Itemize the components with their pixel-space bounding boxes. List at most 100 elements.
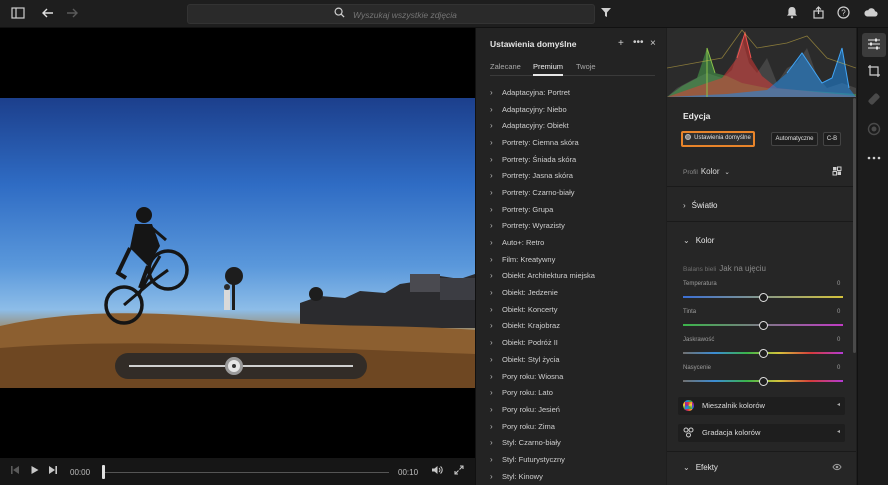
preset-group[interactable]: › Obiekt: Architektura miejska — [490, 268, 660, 285]
frame-scrubber-knob[interactable] — [225, 357, 244, 375]
chevron-right-icon: › — [490, 154, 493, 164]
color-mixer-button[interactable]: Mieszalnik kolorów ◂ — [678, 397, 845, 415]
tab-yours[interactable]: Twoje — [576, 62, 596, 71]
profile-selector[interactable]: Profil Kolor ⌄ — [683, 167, 730, 176]
preset-group[interactable]: › Styl: Czarno-biały — [490, 434, 660, 451]
preset-group[interactable]: › Pory roku: Zima — [490, 418, 660, 435]
arrow-left-icon: ◂ — [836, 429, 840, 435]
section-color[interactable]: ⌄ Kolor — [683, 236, 714, 245]
chevron-right-icon: › — [490, 171, 493, 181]
chevron-down-icon: ⌄ — [683, 463, 690, 472]
preset-group[interactable]: › Film: Kreatywny — [490, 251, 660, 268]
close-icon[interactable]: × — [650, 38, 656, 49]
preset-group[interactable]: › Obiekt: Krajobraz — [490, 318, 660, 335]
profile-browser-icon[interactable] — [832, 166, 842, 178]
slider-value[interactable]: 0 — [837, 309, 840, 315]
preset-group[interactable]: › Portrety: Wyrazisty — [490, 218, 660, 235]
chevron-right-icon: › — [490, 338, 493, 348]
preset-group[interactable]: › Adaptacyjny: Niebo — [490, 101, 660, 118]
chevron-right-icon: › — [490, 438, 493, 448]
preset-group[interactable]: › Adaptacyjna: Portret — [490, 84, 660, 101]
volume-icon[interactable] — [431, 465, 443, 478]
search-input[interactable] — [353, 8, 583, 21]
tint-slider-knob[interactable] — [758, 320, 768, 330]
preset-group[interactable]: › Portrety: Ciemna skóra — [490, 134, 660, 151]
preset-group[interactable]: › Pory roku: Jesień — [490, 401, 660, 418]
tool-strip — [857, 28, 888, 485]
preset-group[interactable]: › Obiekt: Podróż II — [490, 334, 660, 351]
temperature-slider-knob[interactable] — [758, 292, 768, 302]
chevron-right-icon: › — [490, 137, 493, 147]
timeline-track[interactable] — [103, 472, 389, 473]
preset-group[interactable]: › Portrety: Śniada skóra — [490, 151, 660, 168]
divider — [667, 186, 856, 187]
white-balance[interactable]: Balans bieli Jak na ujęciu — [683, 264, 766, 273]
eye-icon[interactable] — [832, 463, 842, 473]
more-tools-icon[interactable] — [866, 148, 882, 164]
saturation-slider-knob[interactable] — [758, 376, 768, 386]
chevron-right-icon: › — [490, 238, 493, 248]
edit-sliders-icon[interactable] — [866, 37, 882, 53]
presets-button[interactable]: Ustawienia domyślne — [681, 131, 755, 147]
playback-bar: 00:00 00:10 — [0, 458, 475, 485]
preset-group[interactable]: › Portrety: Grupa — [490, 201, 660, 218]
preset-group[interactable]: › Obiekt: Styl życia — [490, 351, 660, 368]
forward-arrow-icon[interactable] — [64, 6, 80, 22]
step-forward-icon[interactable] — [48, 465, 58, 478]
masking-icon[interactable] — [866, 122, 882, 138]
color-wheel-icon — [683, 400, 694, 411]
preset-group[interactable]: › Portrety: Czarno-biały — [490, 184, 660, 201]
chevron-right-icon: › — [490, 288, 493, 298]
slider-value[interactable]: 0 — [837, 337, 840, 343]
preset-group[interactable]: › Pory roku: Lato — [490, 384, 660, 401]
chevron-right-icon: › — [490, 221, 493, 231]
sidebar-toggle-icon[interactable] — [10, 6, 26, 22]
total-time: 00:10 — [398, 468, 419, 477]
preset-group[interactable]: › Adaptacyjny: Obiekt — [490, 117, 660, 134]
healing-icon[interactable] — [866, 92, 882, 108]
back-arrow-icon[interactable] — [40, 6, 56, 22]
slider-value[interactable]: 0 — [837, 365, 840, 371]
chevron-right-icon: › — [490, 254, 493, 264]
preset-group[interactable]: › Styl: Kinowy — [490, 468, 660, 485]
chevron-right-icon: › — [490, 271, 493, 281]
color-grading-button[interactable]: Gradacja kolorów ◂ — [678, 424, 845, 442]
fullscreen-icon[interactable] — [454, 465, 464, 478]
add-preset-icon[interactable]: + — [618, 38, 624, 49]
top-bar: ? — [0, 0, 888, 28]
preset-group[interactable]: › Obiekt: Koncerty — [490, 301, 660, 318]
help-icon[interactable]: ? — [835, 6, 851, 22]
section-effects[interactable]: ⌄ Efekty — [683, 463, 718, 472]
chevron-right-icon: › — [490, 204, 493, 214]
chevron-right-icon: › — [490, 371, 493, 381]
color-grading-icon — [683, 427, 694, 438]
tab-recommended[interactable]: Zalecane — [490, 62, 521, 71]
preset-group[interactable]: › Styl: Futurystyczny — [490, 451, 660, 468]
section-light[interactable]: › Światło — [683, 201, 717, 210]
black-white-button[interactable]: C-B — [823, 132, 841, 146]
more-options-icon[interactable]: ••• — [633, 37, 644, 48]
share-icon[interactable] — [810, 6, 826, 22]
step-back-icon[interactable] — [10, 465, 20, 478]
frame-scrubber[interactable] — [115, 353, 367, 379]
edit-panel-scrollbar[interactable] — [853, 98, 856, 353]
preset-group[interactable]: › Obiekt: Jedzenie — [490, 284, 660, 301]
filter-icon[interactable] — [598, 6, 614, 22]
divider — [667, 221, 856, 222]
slider-value[interactable]: 0 — [837, 281, 840, 287]
vibrance-slider-knob[interactable] — [758, 348, 768, 358]
crop-icon[interactable] — [866, 64, 882, 80]
preset-group[interactable]: › Portrety: Jasna skóra — [490, 167, 660, 184]
play-icon[interactable] — [30, 465, 40, 478]
auto-button[interactable]: Automatyczne — [771, 132, 818, 146]
timeline-playhead[interactable] — [102, 465, 105, 479]
edit-title: Edycja — [683, 111, 711, 121]
presets-panel: Ustawienia domyślne + ••• × Zalecane Pre… — [475, 28, 666, 485]
preset-group[interactable]: › Pory roku: Wiosna — [490, 368, 660, 385]
cloud-icon[interactable] — [862, 6, 878, 22]
search-bar[interactable] — [187, 4, 595, 24]
tab-premium[interactable]: Premium — [533, 62, 564, 76]
bell-icon[interactable] — [784, 6, 800, 22]
chevron-right-icon: › — [490, 321, 493, 331]
preset-group[interactable]: › Auto+: Retro — [490, 234, 660, 251]
